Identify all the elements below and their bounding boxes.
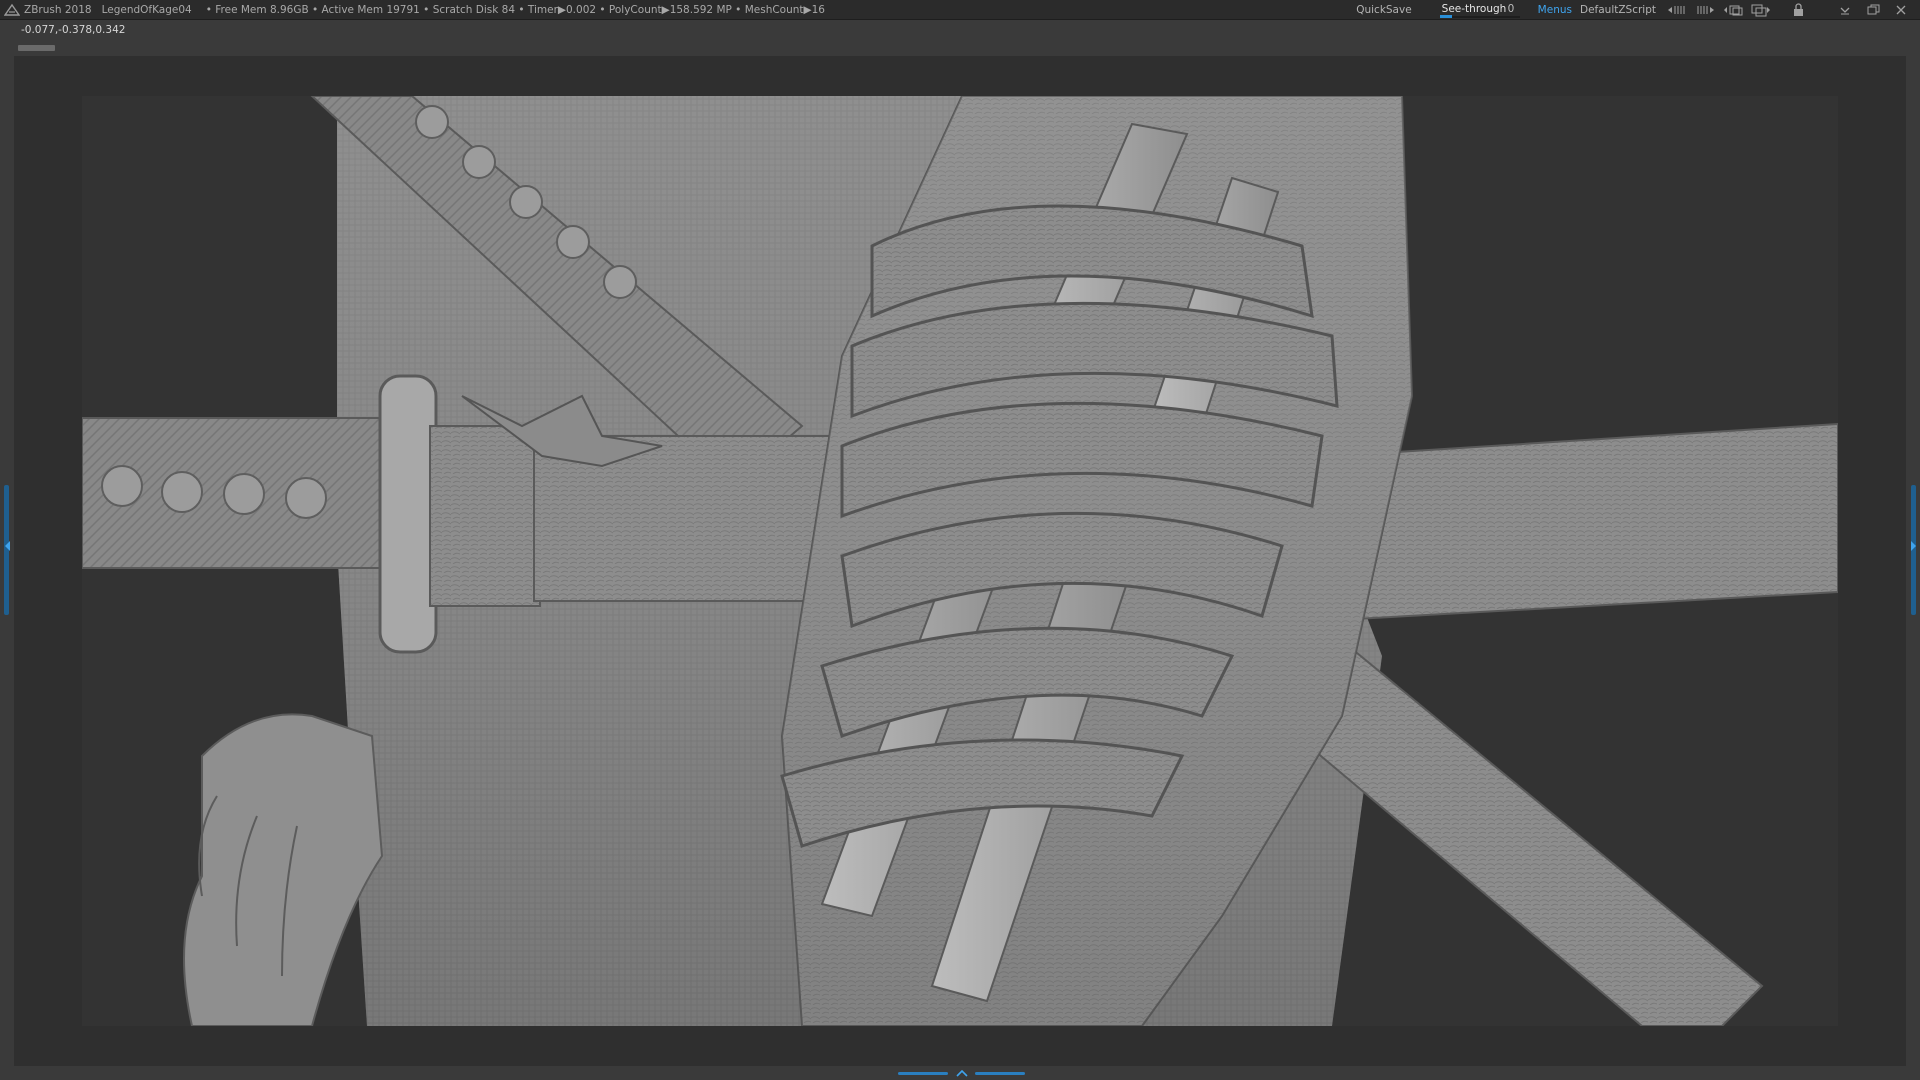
- see-through-slider[interactable]: See-through 0: [1438, 2, 1522, 18]
- document-name: LegendOfKage04: [101, 3, 192, 16]
- tsuba-guard: [378, 374, 438, 654]
- bottom-tray-handle-left[interactable]: [898, 1072, 948, 1075]
- lock-icon[interactable]: [1788, 2, 1810, 17]
- left-tray-arrow-icon[interactable]: [5, 541, 10, 551]
- sculpt-render: [82, 96, 1838, 1026]
- see-through-label: See-through: [1441, 2, 1507, 15]
- title-bar: ZBrush 2018 LegendOfKage04 • Free Mem 8.…: [0, 0, 1920, 20]
- palette-slider-right-icon[interactable]: [1694, 3, 1716, 17]
- see-through-value: 0: [1507, 2, 1515, 15]
- right-tray-arrow-icon[interactable]: [1911, 541, 1916, 551]
- cursor-coordinates: -0.077,-0.378,0.342: [21, 24, 126, 36]
- document-scroll-handle[interactable]: [18, 45, 55, 51]
- app-name: ZBrush 2018: [24, 3, 92, 16]
- minimize-icon[interactable]: [1834, 3, 1856, 17]
- window-toggle-icon[interactable]: [1722, 3, 1744, 17]
- hand: [183, 713, 384, 1026]
- palette-slider-left-icon[interactable]: [1666, 3, 1688, 17]
- quicksave-button[interactable]: QuickSave: [1356, 4, 1411, 16]
- zbrush-logo-icon[interactable]: [4, 3, 20, 17]
- default-zscript-button[interactable]: DefaultZScript: [1580, 4, 1656, 16]
- layout-icon[interactable]: [1750, 3, 1772, 17]
- menus-toggle-button[interactable]: Menus: [1538, 4, 1572, 16]
- restore-icon[interactable]: [1862, 3, 1884, 17]
- close-icon[interactable]: [1890, 3, 1912, 17]
- bottom-tray-arrow-icon[interactable]: [955, 1070, 969, 1078]
- bottom-tray-handle-right[interactable]: [975, 1072, 1025, 1075]
- memory-stats: • Free Mem 8.96GB • Active Mem 19791 • S…: [205, 3, 825, 16]
- 3d-viewport[interactable]: [82, 96, 1838, 1026]
- see-through-track: [1439, 15, 1520, 18]
- title-bar-controls: QuickSave See-through 0 Menus DefaultZSc…: [1356, 0, 1920, 19]
- see-through-knob[interactable]: [1439, 14, 1452, 18]
